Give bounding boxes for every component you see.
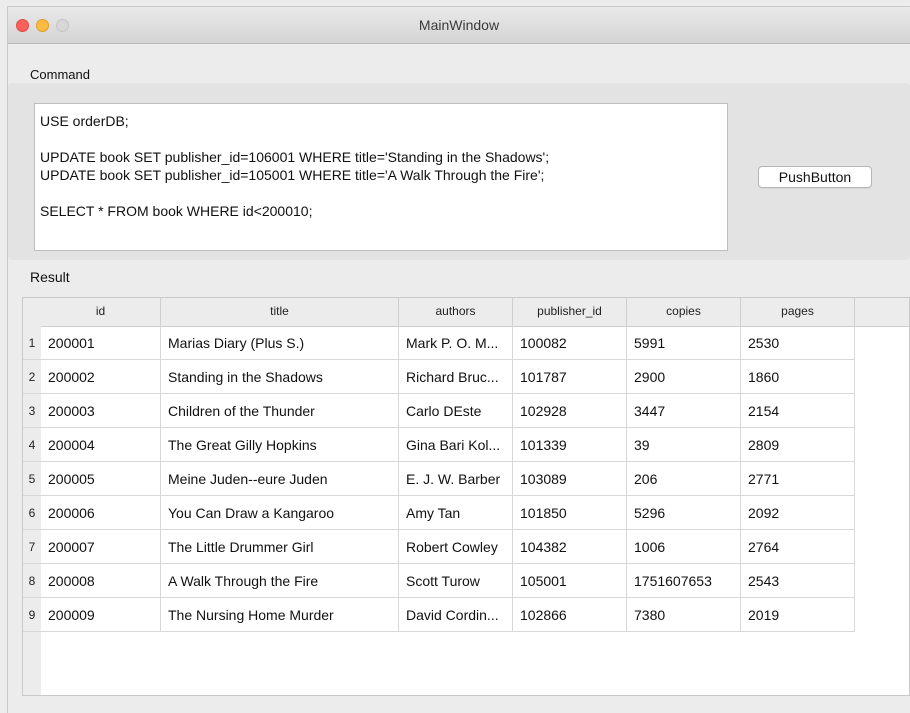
cell-publisher-id[interactable]: 101787	[513, 360, 627, 394]
column-header-pages[interactable]: pages	[741, 298, 855, 326]
command-label: Command	[30, 67, 90, 82]
cell-authors[interactable]: David Cordin...	[399, 598, 513, 632]
cell-title[interactable]: Marias Diary (Plus S.)	[161, 326, 399, 360]
column-header-authors[interactable]: authors	[399, 298, 513, 326]
table-row[interactable]: 4 200004 The Great Gilly Hopkins Gina Ba…	[23, 428, 855, 462]
column-header-id[interactable]: id	[41, 298, 161, 326]
cell-copies[interactable]: 206	[627, 462, 741, 496]
table-row[interactable]: 9 200009 The Nursing Home Murder David C…	[23, 598, 855, 632]
cell-id[interactable]: 200002	[41, 360, 161, 394]
push-button[interactable]: PushButton	[758, 166, 872, 188]
cell-authors[interactable]: E. J. W. Barber	[399, 462, 513, 496]
cell-authors[interactable]: Richard Bruc...	[399, 360, 513, 394]
cell-authors[interactable]: Scott Turow	[399, 564, 513, 598]
table-row[interactable]: 5 200005 Meine Juden--eure Juden E. J. W…	[23, 462, 855, 496]
command-line	[40, 184, 727, 202]
result-label: Result	[30, 269, 70, 285]
cell-pages[interactable]: 1860	[741, 360, 855, 394]
cell-id[interactable]: 200008	[41, 564, 161, 598]
cell-copies[interactable]: 7380	[627, 598, 741, 632]
table-row[interactable]: 6 200006 You Can Draw a Kangaroo Amy Tan…	[23, 496, 855, 530]
row-number[interactable]: 7	[23, 530, 41, 564]
cell-publisher-id[interactable]: 103089	[513, 462, 627, 496]
column-header-copies[interactable]: copies	[627, 298, 741, 326]
window-title: MainWindow	[418, 17, 500, 33]
cell-copies[interactable]: 2900	[627, 360, 741, 394]
cell-authors[interactable]: Robert Cowley	[399, 530, 513, 564]
cell-id[interactable]: 200006	[41, 496, 161, 530]
cell-pages[interactable]: 2543	[741, 564, 855, 598]
cell-pages[interactable]: 2809	[741, 428, 855, 462]
cell-copies[interactable]: 1006	[627, 530, 741, 564]
table-row[interactable]: 3 200003 Children of the Thunder Carlo D…	[23, 394, 855, 428]
cell-authors[interactable]: Gina Bari Kol...	[399, 428, 513, 462]
row-number[interactable]: 1	[23, 326, 41, 360]
cell-authors[interactable]: Carlo DEste	[399, 394, 513, 428]
cell-id[interactable]: 200009	[41, 598, 161, 632]
cell-title[interactable]: A Walk Through the Fire	[161, 564, 399, 598]
command-text-editor[interactable]: USE orderDB; UPDATE book SET publisher_i…	[34, 103, 728, 251]
cell-copies[interactable]: 1751607653	[627, 564, 741, 598]
row-number[interactable]: 3	[23, 394, 41, 428]
column-header-publisher-id[interactable]: publisher_id	[513, 298, 627, 326]
cell-pages[interactable]: 2154	[741, 394, 855, 428]
command-line	[40, 130, 727, 148]
command-line: UPDATE book SET publisher_id=106001 WHER…	[40, 149, 550, 165]
cell-id[interactable]: 200005	[41, 462, 161, 496]
cell-title[interactable]: Standing in the Shadows	[161, 360, 399, 394]
cell-title[interactable]: The Little Drummer Girl	[161, 530, 399, 564]
cell-title[interactable]: The Nursing Home Murder	[161, 598, 399, 632]
cell-publisher-id[interactable]: 100082	[513, 326, 627, 360]
row-number[interactable]: 8	[23, 564, 41, 598]
cell-pages[interactable]: 2092	[741, 496, 855, 530]
cell-publisher-id[interactable]: 101339	[513, 428, 627, 462]
cell-id[interactable]: 200004	[41, 428, 161, 462]
cell-copies[interactable]: 39	[627, 428, 741, 462]
result-table[interactable]: id title authors publisher_id copies pag…	[22, 297, 910, 696]
cell-publisher-id[interactable]: 102866	[513, 598, 627, 632]
main-window: MainWindow Command USE orderDB; UPDATE b…	[8, 7, 910, 713]
cell-pages[interactable]: 2764	[741, 530, 855, 564]
table-row[interactable]: 8 200008 A Walk Through the Fire Scott T…	[23, 564, 855, 598]
table-row[interactable]: 2 200002 Standing in the Shadows Richard…	[23, 360, 855, 394]
cell-pages[interactable]: 2019	[741, 598, 855, 632]
command-line: UPDATE book SET publisher_id=105001 WHER…	[40, 167, 545, 183]
cell-publisher-id[interactable]: 102928	[513, 394, 627, 428]
cell-copies[interactable]: 5991	[627, 326, 741, 360]
cell-pages[interactable]: 2771	[741, 462, 855, 496]
cell-publisher-id[interactable]: 104382	[513, 530, 627, 564]
row-number[interactable]: 4	[23, 428, 41, 462]
cell-id[interactable]: 200003	[41, 394, 161, 428]
row-number[interactable]: 2	[23, 360, 41, 394]
row-number[interactable]: 6	[23, 496, 41, 530]
cell-id[interactable]: 200001	[41, 326, 161, 360]
table-row[interactable]: 1 200001 Marias Diary (Plus S.) Mark P. …	[23, 326, 855, 360]
cell-title[interactable]: The Great Gilly Hopkins	[161, 428, 399, 462]
cell-title[interactable]: Meine Juden--eure Juden	[161, 462, 399, 496]
cell-publisher-id[interactable]: 105001	[513, 564, 627, 598]
cell-title[interactable]: Children of the Thunder	[161, 394, 399, 428]
command-line: SELECT * FROM book WHERE id<200010;	[40, 203, 313, 219]
row-number[interactable]: 9	[23, 598, 41, 632]
table-row[interactable]: 7 200007 The Little Drummer Girl Robert …	[23, 530, 855, 564]
command-line: USE orderDB;	[40, 113, 129, 129]
column-header-title[interactable]: title	[161, 298, 399, 326]
cell-copies[interactable]: 5296	[627, 496, 741, 530]
cell-id[interactable]: 200007	[41, 530, 161, 564]
cell-title[interactable]: You Can Draw a Kangaroo	[161, 496, 399, 530]
cell-authors[interactable]: Amy Tan	[399, 496, 513, 530]
cell-copies[interactable]: 3447	[627, 394, 741, 428]
title-bar[interactable]: MainWindow	[8, 7, 910, 44]
table-header: id title authors publisher_id copies pag…	[23, 298, 909, 327]
cell-pages[interactable]: 2530	[741, 326, 855, 360]
row-number[interactable]: 5	[23, 462, 41, 496]
cell-publisher-id[interactable]: 101850	[513, 496, 627, 530]
cell-authors[interactable]: Mark P. O. M...	[399, 326, 513, 360]
